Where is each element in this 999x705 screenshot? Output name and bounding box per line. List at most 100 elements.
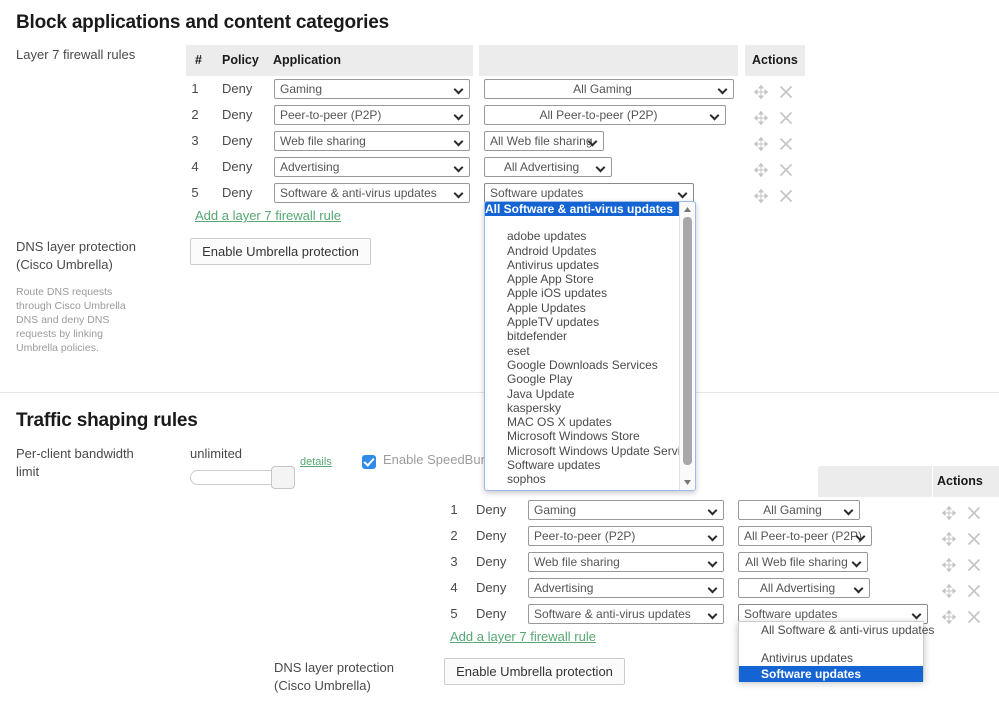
dropdown-option[interactable]: Antivirus updates [485,258,695,272]
category-select-4-value: All Advertising [490,158,593,176]
application-select-b2[interactable]: Peer-to-peer (P2P) [528,526,724,546]
delete-rule-icon-5[interactable] [779,189,793,203]
dropdown-option[interactable]: sophos [485,472,695,486]
enable-umbrella-button-top[interactable]: Enable Umbrella protection [190,238,371,265]
application-category-dropdown-open[interactable]: All Software & anti-virus updates adobe u… [484,201,696,491]
rule-policy: Deny [476,528,506,543]
dropdown-option[interactable]: kaspersky [485,401,695,415]
add-layer7-rule-link[interactable]: Add a layer 7 firewall rule [195,208,341,223]
chevron-down-icon [845,501,854,519]
bandwidth-details-link[interactable]: details [300,456,332,468]
application-category-dropdown-open-bottom[interactable]: All Software & anti-virus updates Antivir… [738,621,924,681]
category-select-b3[interactable]: All Web file sharing [738,552,868,572]
delete-rule-icon-3[interactable] [779,137,793,151]
category-select-5[interactable]: Software updates [484,183,694,203]
rule-policy: Deny [222,159,252,174]
rule-policy: Deny [476,502,506,517]
table-header-category [479,45,738,76]
drag-handle-icon-b4[interactable] [942,584,956,598]
application-select-2[interactable]: Peer-to-peer (P2P) [274,105,470,125]
speedburst-checkbox[interactable] [362,455,376,469]
bandwidth-slider-knob[interactable] [271,466,295,489]
dropdown-option[interactable]: Antivirus updates [739,650,923,666]
delete-rule-icon-2[interactable] [779,111,793,125]
drag-handle-icon-2[interactable] [754,111,768,125]
dropdown-option[interactable]: MAC OS X updates [485,415,695,429]
category-select-b1[interactable]: All Gaming [738,500,860,520]
category-select-4[interactable]: All Advertising [484,157,612,177]
dropdown-option[interactable]: Google Play [485,372,695,386]
application-select-4[interactable]: Advertising [274,157,470,177]
category-select-3[interactable]: All Web file sharing [484,131,604,151]
dropdown-option[interactable]: Microsoft Windows Update Service [485,444,695,458]
scroll-down-arrow-icon[interactable] [683,478,692,487]
dropdown-option[interactable]: Apple Updates [485,301,695,315]
dropdown-option[interactable]: Microsoft Windows Store [485,429,695,443]
dropdown-option[interactable]: Google Downloads Services [485,358,695,372]
dropdown-option[interactable]: Software updates [485,458,695,472]
category-select-b4[interactable]: All Advertising [738,578,870,598]
rule-policy: Deny [476,606,506,621]
category-select-3-value: All Web file sharing [490,132,585,150]
delete-rule-icon-1[interactable] [779,85,793,99]
dropdown-option[interactable]: Apple App Store [485,272,695,286]
table-header-actions: Actions [745,45,805,76]
application-select-2-value: Peer-to-peer (P2P) [280,106,451,124]
header-policy: Policy [222,53,259,67]
delete-rule-icon-4[interactable] [779,163,793,177]
dropdown-option[interactable]: Java Update [485,387,695,401]
delete-rule-icon-b3[interactable] [967,558,981,572]
application-select-b4[interactable]: Advertising [528,578,724,598]
dropdown-option-highlighted[interactable]: Software updates [739,666,923,682]
dropdown-option[interactable]: AppleTV updates [485,315,695,329]
application-select-5[interactable]: Software & anti-virus updates [274,183,470,203]
header-num: # [195,53,202,67]
dns-label-line1: DNS layer protection [16,239,136,254]
drag-handle-icon-4[interactable] [754,163,768,177]
drag-handle-icon-b2[interactable] [942,532,956,546]
category-select-b2[interactable]: All Peer-to-peer (P2P) [738,526,872,546]
delete-rule-icon-b1[interactable] [967,506,981,520]
category-select-b1-value: All Gaming [744,501,841,519]
application-select-b1-value: Gaming [534,501,705,519]
drag-handle-icon-b3[interactable] [942,558,956,572]
chevron-down-icon [709,579,718,597]
application-select-b2-value: Peer-to-peer (P2P) [534,527,705,545]
drag-handle-icon-1[interactable] [754,85,768,99]
dropdown-option[interactable]: bitdefender [485,329,695,343]
delete-rule-icon-b5[interactable] [967,610,981,624]
enable-umbrella-button-bottom[interactable]: Enable Umbrella protection [444,658,625,685]
add-layer7-rule-link-bottom[interactable]: Add a layer 7 firewall rule [450,629,596,644]
drag-handle-icon-5[interactable] [754,189,768,203]
dropdown-option[interactable]: eset [485,344,695,358]
dropdown-scroll-thumb[interactable] [683,217,692,465]
application-select-1[interactable]: Gaming [274,79,470,99]
application-select-3[interactable]: Web file sharing [274,131,470,151]
chevron-down-icon [709,605,718,623]
rule-number: 4 [188,159,202,174]
application-select-b3-value: Web file sharing [534,553,705,571]
application-select-b5[interactable]: Software & anti-virus updates [528,604,724,624]
drag-handle-icon-b1[interactable] [942,506,956,520]
chevron-down-icon [709,527,718,545]
category-select-2[interactable]: All Peer-to-peer (P2P) [484,105,726,125]
rule-number: 5 [447,606,461,621]
dropdown-option-selected[interactable]: All Software & anti-virus updates [485,202,695,216]
dropdown-option[interactable]: All Software & anti-virus updates [739,622,923,638]
delete-rule-icon-b2[interactable] [967,532,981,546]
application-select-3-value: Web file sharing [280,132,451,150]
drag-handle-icon-3[interactable] [754,137,768,151]
dropdown-option[interactable]: Apple iOS updates [485,286,695,300]
scroll-up-arrow-icon[interactable] [683,205,692,214]
chevron-down-icon [597,158,606,176]
rule-policy: Deny [476,554,506,569]
drag-handle-icon-b5[interactable] [942,610,956,624]
dropdown-scrollbar[interactable] [679,202,695,490]
category-select-1[interactable]: All Gaming [484,79,734,99]
bandwidth-label-line1: Per-client bandwidth [16,446,134,461]
dropdown-option[interactable]: Android Updates [485,244,695,258]
application-select-b3[interactable]: Web file sharing [528,552,724,572]
dropdown-option[interactable]: adobe updates [485,229,695,243]
delete-rule-icon-b4[interactable] [967,584,981,598]
application-select-b1[interactable]: Gaming [528,500,724,520]
